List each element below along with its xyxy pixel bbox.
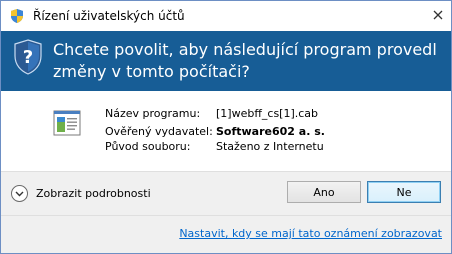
publisher-label: Ověřený vydavatel:	[105, 125, 213, 138]
uac-dialog: Řízení uživatelských účtů ? Chcete povol…	[0, 0, 452, 254]
details-expand-button[interactable]	[11, 185, 28, 202]
program-name-label: Název programu:	[105, 107, 201, 120]
program-name-value: [1]webff_cs[1].cab	[216, 107, 319, 120]
uac-question: Chcete povolit, aby následující program …	[53, 40, 437, 81]
yes-button[interactable]: Ano	[287, 181, 361, 203]
uac-shield-icon	[11, 9, 23, 23]
chevron-down-icon	[15, 191, 24, 196]
notification-settings-link[interactable]: Nastavit, kdy se mají tato oznámení zobr…	[179, 227, 442, 240]
window-title: Řízení uživatelských účtů	[33, 9, 185, 23]
publisher-value: Software602 a. s.	[216, 125, 325, 138]
file-origin-value: Staženo z Internetu	[216, 140, 324, 153]
close-icon	[433, 10, 443, 20]
dialog-footer: Zobrazit podrobnosti Ano Ne Nastavit, kd…	[1, 171, 451, 253]
question-banner: ? Chcete povolit, aby následující progra…	[1, 31, 451, 91]
program-file-icon	[53, 110, 81, 136]
file-origin-label: Původ souboru:	[105, 140, 191, 153]
program-details: Název programu: [1]webff_cs[1].cab Ověře…	[1, 91, 451, 171]
no-button[interactable]: Ne	[367, 181, 441, 203]
close-button[interactable]	[425, 3, 451, 27]
show-details-label[interactable]: Zobrazit podrobnosti	[36, 187, 151, 200]
footer-divider	[1, 215, 451, 216]
title-bar[interactable]: Řízení uživatelských účtů	[1, 1, 451, 31]
show-details-toggle[interactable]: Zobrazit podrobnosti	[11, 185, 151, 202]
uac-shield-icon: ?	[14, 39, 42, 75]
svg-text:?: ?	[23, 47, 33, 68]
